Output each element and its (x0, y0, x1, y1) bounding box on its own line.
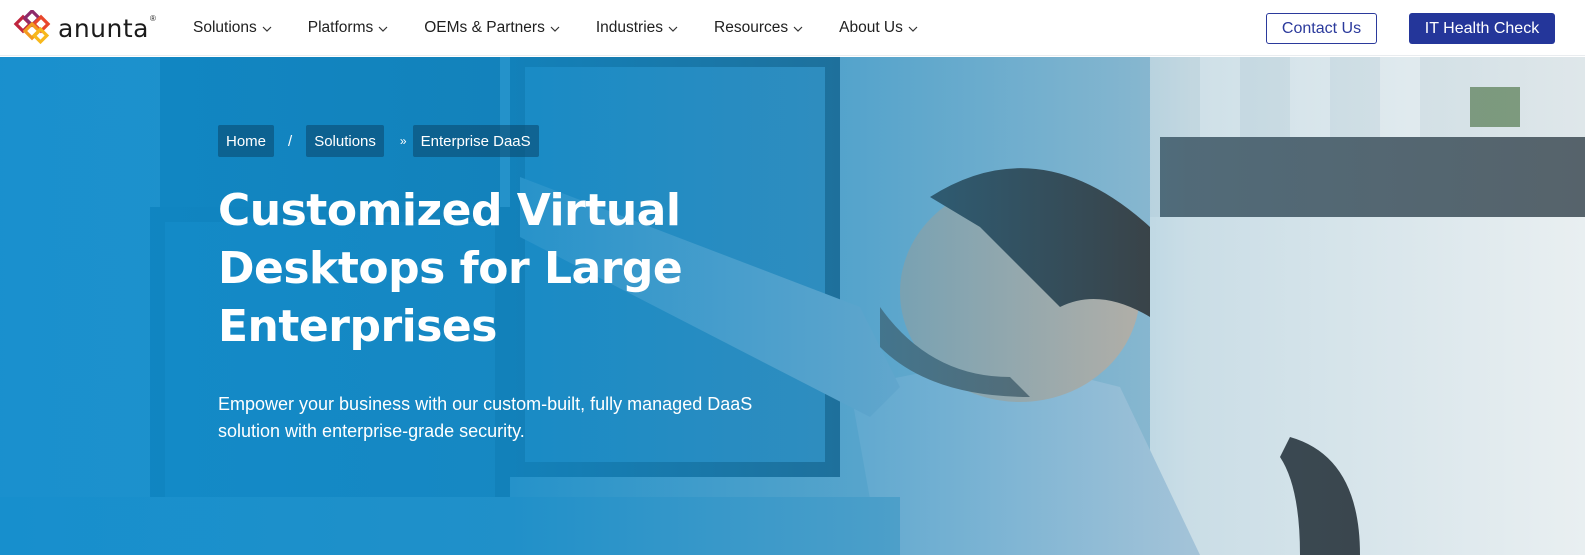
breadcrumb-separator: » (399, 134, 407, 148)
nav-item-label: Industries (595, 19, 664, 36)
main-nav: Solutions Platforms OEMs & Partners Indu… (193, 0, 918, 56)
nav-item-label: OEMs & Partners (424, 19, 545, 36)
chevron-down-icon (793, 26, 803, 32)
hero-subtitle: Empower your business with our custom-bu… (218, 391, 798, 445)
nav-item-label: Resources (714, 19, 789, 36)
breadcrumb-solutions[interactable]: Solutions (306, 125, 384, 157)
hero-title-line: Desktops for Large (218, 243, 683, 294)
brand-name: anunta (58, 13, 149, 43)
nav-item-platforms[interactable]: Platforms (308, 19, 388, 37)
contact-us-button[interactable]: Contact Us (1266, 13, 1377, 44)
nav-item-label: Solutions (193, 19, 257, 36)
nav-item-oems-partners[interactable]: OEMs & Partners (424, 19, 560, 37)
breadcrumb-home[interactable]: Home (218, 125, 275, 157)
chevron-down-icon (378, 26, 388, 32)
chevron-down-icon (262, 26, 272, 32)
anunta-logo-icon (13, 10, 51, 45)
hero-subtitle-line: solution with enterprise-grade security. (218, 421, 525, 441)
site-header: anunta ® Solutions Platforms OEMs & Part… (0, 0, 1585, 56)
nav-item-label: About Us (839, 19, 903, 36)
registered-mark: ® (149, 13, 156, 23)
nav-item-resources[interactable]: Resources (714, 19, 803, 37)
nav-item-label: Platforms (307, 19, 374, 36)
breadcrumb-separator: / (288, 132, 293, 150)
nav-item-solutions[interactable]: Solutions (193, 19, 272, 37)
breadcrumb: Home / Solutions » Enterprise DaaS (218, 125, 539, 157)
hero-title: Customized Virtual Desktops for Large En… (218, 182, 758, 356)
brand-logo[interactable]: anunta ® (12, 10, 156, 46)
nav-item-about-us[interactable]: About Us (839, 19, 918, 37)
chevron-down-icon (908, 26, 918, 32)
hero-subtitle-line: Empower your business with our custom-bu… (218, 394, 753, 414)
chevron-down-icon (668, 26, 678, 32)
breadcrumb-current: Enterprise DaaS (412, 125, 539, 157)
it-health-check-button[interactable]: IT Health Check (1409, 13, 1555, 44)
hero-title-line: Enterprises (218, 301, 497, 352)
hero-title-line: Customized Virtual (218, 185, 681, 236)
hero-section: Home / Solutions » Enterprise DaaS Custo… (0, 57, 1585, 555)
chevron-down-icon (550, 26, 560, 32)
nav-item-industries[interactable]: Industries (596, 19, 678, 37)
